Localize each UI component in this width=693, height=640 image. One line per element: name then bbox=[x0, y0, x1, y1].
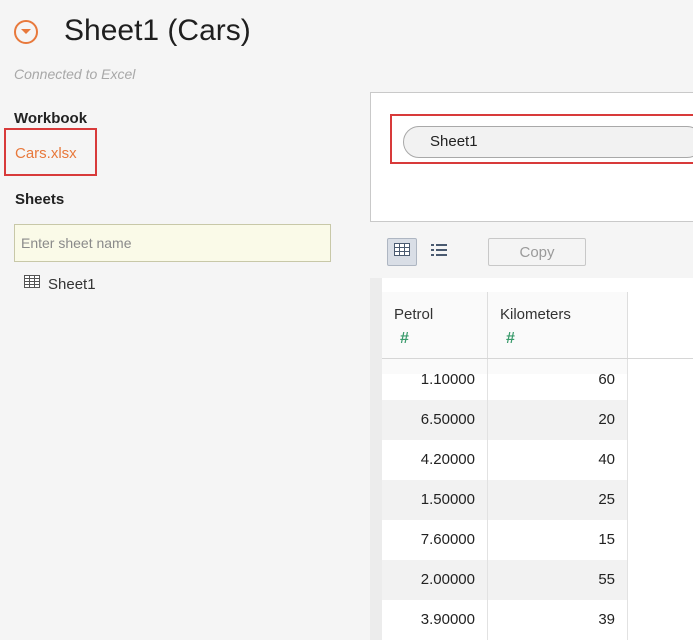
sheet-item-sheet1[interactable]: Sheet1 bbox=[24, 274, 96, 294]
header-divider bbox=[382, 358, 693, 359]
cell-kilometers: 40 bbox=[488, 440, 628, 480]
grid-view-button[interactable] bbox=[387, 238, 417, 266]
cell-petrol: 2.00000 bbox=[382, 560, 488, 600]
cell-petrol: 1.10000 bbox=[382, 360, 488, 400]
table-row: 1.10000 60 bbox=[382, 360, 628, 400]
number-type-icon[interactable]: # bbox=[400, 330, 409, 348]
table-icon bbox=[24, 275, 40, 293]
table-row: 3.90000 39 bbox=[382, 600, 628, 640]
workbook-file-link[interactable]: Cars.xlsx bbox=[15, 145, 77, 162]
sheet-item-label: Sheet1 bbox=[48, 275, 96, 293]
cell-kilometers: 20 bbox=[488, 400, 628, 440]
column-name: Kilometers bbox=[500, 306, 571, 323]
connection-status: Connected to Excel bbox=[14, 66, 136, 82]
data-grid: Petrol # Kilometers # 1.10000 60 6.50000… bbox=[370, 278, 693, 640]
cell-kilometers: 39 bbox=[488, 600, 628, 640]
table-row: 2.00000 55 bbox=[382, 560, 628, 600]
list-view-icon bbox=[431, 243, 447, 261]
cell-petrol: 1.50000 bbox=[382, 480, 488, 520]
chevron-down-circle-icon[interactable] bbox=[14, 20, 38, 44]
workbook-heading: Workbook bbox=[14, 110, 88, 127]
cell-petrol: 4.20000 bbox=[382, 440, 488, 480]
table-row: 7.60000 15 bbox=[382, 520, 628, 560]
cell-petrol: 7.60000 bbox=[382, 520, 488, 560]
list-view-button[interactable] bbox=[424, 238, 454, 266]
page-title: Sheet1 (Cars) bbox=[64, 14, 251, 47]
cell-kilometers: 25 bbox=[488, 480, 628, 520]
table-row: 6.50000 20 bbox=[382, 400, 628, 440]
cell-petrol: 3.90000 bbox=[382, 600, 488, 640]
table-row: 1.50000 25 bbox=[382, 480, 628, 520]
number-type-icon[interactable]: # bbox=[506, 330, 515, 348]
sheet-search-input[interactable] bbox=[14, 224, 331, 262]
copy-button[interactable]: Copy bbox=[488, 238, 586, 266]
sheets-heading: Sheets bbox=[15, 191, 65, 208]
cell-kilometers: 15 bbox=[488, 520, 628, 560]
column-name: Petrol bbox=[394, 306, 434, 323]
cell-petrol: 6.50000 bbox=[382, 400, 488, 440]
row-gutter bbox=[370, 278, 382, 640]
cell-kilometers: 60 bbox=[488, 360, 628, 400]
grid-view-icon bbox=[394, 243, 410, 261]
table-row: 4.20000 40 bbox=[382, 440, 628, 480]
table-pill-sheet1[interactable]: Sheet1 bbox=[403, 126, 693, 158]
cell-kilometers: 55 bbox=[488, 560, 628, 600]
